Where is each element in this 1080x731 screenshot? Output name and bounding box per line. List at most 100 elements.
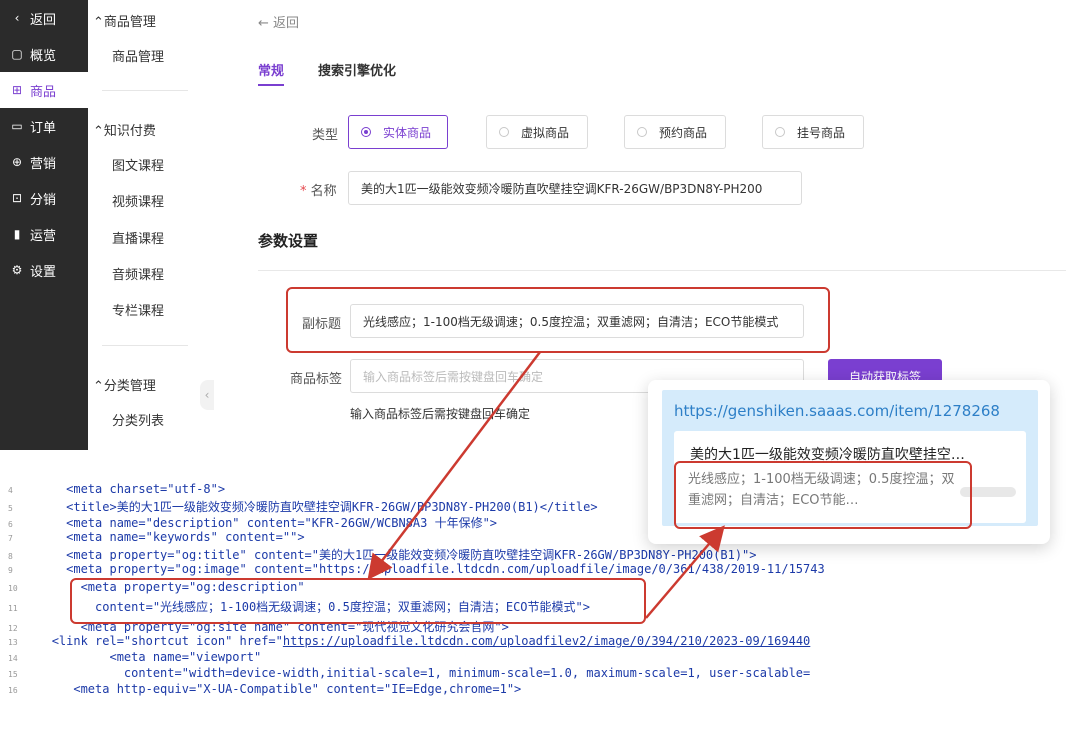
highlight-box-subtitle <box>286 287 830 353</box>
nav-item-label: 营销 <box>30 156 57 172</box>
radio-label: 虚拟商品 <box>521 125 570 140</box>
code-text: <meta property="og:title" content="美的大1匹… <box>66 548 757 561</box>
nav-item-overview[interactable]: ▢ 概览 <box>0 36 88 72</box>
marketing-icon: ⊕ <box>11 155 23 169</box>
divider <box>258 270 1066 271</box>
divider <box>102 345 188 346</box>
subnav-item-article-course[interactable]: 图文课程 <box>112 155 164 174</box>
radio-registration-product[interactable]: 挂号商品 <box>762 115 864 149</box>
line-number: 9 <box>8 566 13 575</box>
nav-item-orders[interactable]: ▭ 订单 <box>0 108 88 144</box>
section-title-params: 参数设置 <box>258 232 319 250</box>
line-number: 13 <box>8 638 18 647</box>
nav-item-label: 商品 <box>30 84 57 100</box>
overview-icon: ▢ <box>11 47 23 61</box>
code-text: <meta name="description" content="KFR-26… <box>66 516 498 529</box>
subnav-item-category-list[interactable]: 分类列表 <box>112 410 164 429</box>
name-label: * 名称 <box>300 180 337 199</box>
subnav-item-video-course[interactable]: 视频课程 <box>112 191 164 210</box>
subnav-group-products[interactable]: ⌃商品管理 <box>93 11 156 30</box>
code-line: 13 <link rel="shortcut icon" href="https… <box>0 634 880 649</box>
nav-back[interactable]: ‹ 返回 <box>0 0 88 36</box>
nav-item-label: 订单 <box>30 120 57 136</box>
nav-item-settings[interactable]: ⚙ 设置 <box>0 252 88 288</box>
group-label: 分类管理 <box>103 379 156 394</box>
nav-item-marketing[interactable]: ⊕ 营销 <box>0 144 88 180</box>
subnav-item-audio-course[interactable]: 音频课程 <box>112 264 164 283</box>
code-text: <meta charset="utf-8"> <box>66 482 226 496</box>
group-label: 知识付费 <box>103 124 156 139</box>
radio-dot <box>637 127 647 137</box>
orders-icon: ▭ <box>11 119 23 133</box>
line-number: 4 <box>8 486 13 495</box>
highlight-box-preview-desc <box>674 461 972 529</box>
chevron-up-icon: ⌃ <box>93 15 104 30</box>
back-link[interactable]: ← 返回 <box>258 12 299 31</box>
radio-physical-product[interactable]: 实体商品 <box>348 115 448 149</box>
nav-item-products[interactable]: ⊞ 商品 <box>0 72 88 108</box>
radio-label: 预约商品 <box>659 125 708 140</box>
code-text: <link rel="shortcut icon" href=" <box>51 634 283 648</box>
code-text: <meta property="og:image" content="https… <box>66 562 825 576</box>
code-link[interactable]: https://uploadfile.ltdcdn.com/uploadfile… <box>283 634 810 648</box>
code-text: <meta name="keywords" content=""> <box>66 530 305 544</box>
nav-item-distribution[interactable]: ⊡ 分销 <box>0 180 88 216</box>
tags-label: 商品标签 <box>290 372 343 387</box>
collapse-sidebar-button[interactable]: ‹ <box>200 380 214 410</box>
code-line: 14 <meta name="viewport" <box>0 650 880 665</box>
line-number: 5 <box>8 504 13 513</box>
app-root: ‹ 返回 ▢ 概览 ⊞ 商品 ▭ 订单 ⊕ 营销 ⊡ 分销 ▮ 运营 ⚙ 设置 <box>0 0 1080 731</box>
nav-back-label: 返回 <box>30 12 57 28</box>
subnav-item-product-management[interactable]: 商品管理 <box>112 46 164 65</box>
name-input[interactable]: 美的大1匹一级能效变频冷暖防直吹壁挂空调KFR-26GW/BP3DN8Y-PH2… <box>348 171 802 205</box>
gear-icon: ⚙ <box>11 263 23 277</box>
preview-url: https://genshiken.saaas.com/item/1278268 <box>674 402 1000 420</box>
sub-nav: ⌃商品管理 商品管理 ⌃知识付费 图文课程 视频课程 直播课程 音频课程 专栏课… <box>88 0 204 450</box>
subnav-group-category[interactable]: ⌃分类管理 <box>93 375 156 394</box>
line-number: 8 <box>8 552 13 561</box>
radio-virtual-product[interactable]: 虚拟商品 <box>486 115 588 149</box>
radio-booking-product[interactable]: 预约商品 <box>624 115 726 149</box>
subnav-item-column-course[interactable]: 专栏课程 <box>112 300 164 319</box>
type-label: 类型 <box>312 128 339 143</box>
nav-item-label: 概览 <box>30 48 57 64</box>
code-line: 9 <meta property="og:image" content="htt… <box>0 562 880 577</box>
code-line: 15 content="width=device-width,initial-s… <box>0 666 880 681</box>
line-number: 7 <box>8 534 13 543</box>
code-text: <meta http-equiv="X-UA-Compatible" conte… <box>73 682 522 696</box>
chevron-left-icon: ‹ <box>204 388 210 402</box>
nav-item-label: 运营 <box>30 228 57 244</box>
line-number: 10 <box>8 584 18 593</box>
radio-dot <box>775 127 785 137</box>
code-text: <title>美的大1匹一级能效变频冷暖防直吹壁挂空调KFR-26GW/BP3D… <box>66 500 598 513</box>
nav-item-label: 设置 <box>30 264 57 280</box>
tab-seo[interactable]: 搜索引擎优化 <box>318 60 396 79</box>
radio-dot <box>361 127 371 137</box>
distribution-icon: ⊡ <box>11 191 23 205</box>
nav-item-operations[interactable]: ▮ 运营 <box>0 216 88 252</box>
radio-label: 挂号商品 <box>797 125 846 140</box>
radio-label: 实体商品 <box>383 125 432 140</box>
group-label: 商品管理 <box>103 15 156 30</box>
code-text: content="width=device-width,initial-scal… <box>123 666 811 680</box>
bar-chart-icon: ▮ <box>13 227 21 241</box>
tab-general[interactable]: 常规 <box>258 60 284 79</box>
line-number: 11 <box>8 604 18 613</box>
highlight-box-og-description <box>70 578 646 624</box>
line-number: 15 <box>8 670 18 679</box>
subnav-group-knowledge[interactable]: ⌃知识付费 <box>93 120 156 139</box>
code-line: 16 <meta http-equiv="X-UA-Compatible" co… <box>0 682 880 697</box>
chevron-up-icon: ⌃ <box>93 379 104 394</box>
radio-dot <box>499 127 509 137</box>
tab-indicator <box>258 84 284 86</box>
code-line: 8 <meta property="og:title" content="美的大… <box>0 546 880 561</box>
chevron-left-icon: ‹ <box>14 11 20 25</box>
products-icon: ⊞ <box>11 83 23 97</box>
line-number: 6 <box>8 520 13 529</box>
chevron-up-icon: ⌃ <box>93 124 104 139</box>
required-mark: * <box>300 184 311 199</box>
line-number: 12 <box>8 624 18 633</box>
line-number: 14 <box>8 654 18 663</box>
divider <box>102 90 188 91</box>
subnav-item-live-course[interactable]: 直播课程 <box>112 228 164 247</box>
